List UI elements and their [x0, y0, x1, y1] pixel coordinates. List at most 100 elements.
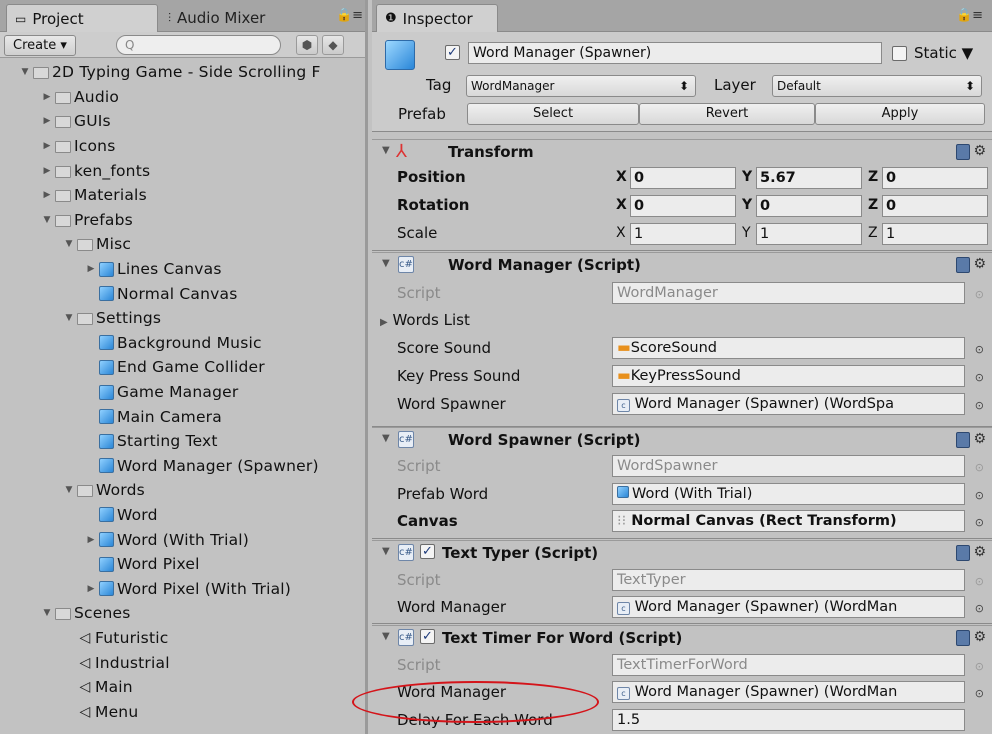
help-book-icon[interactable]: [956, 630, 970, 646]
object-name-field[interactable]: Word Manager (Spawner): [468, 42, 882, 64]
static-checkbox[interactable]: [892, 46, 907, 61]
tree-item[interactable]: ▶ Word Pixel (With Trial): [0, 576, 365, 601]
object-picker-icon[interactable]: ⊙: [975, 371, 984, 384]
tree-item[interactable]: ▼ Scenes: [0, 601, 365, 626]
static-label[interactable]: Static ▼: [914, 44, 973, 62]
lock-icon[interactable]: 🔒≡: [956, 8, 983, 23]
help-book-icon[interactable]: [956, 545, 970, 561]
foldout-open-icon[interactable]: ▼: [63, 485, 75, 495]
prefab-apply-button[interactable]: Apply: [815, 103, 985, 125]
scale-z-field[interactable]: 1: [882, 223, 988, 245]
scale-x-field[interactable]: 1: [630, 223, 736, 245]
words-list-foldout[interactable]: ▶ Words List: [380, 311, 470, 329]
filter-type-icon[interactable]: ⬢: [296, 35, 318, 55]
foldout-arrow-icon[interactable]: ▼: [382, 258, 390, 269]
key-press-sound-field[interactable]: ▬KeyPressSound: [612, 365, 965, 387]
prefab-word-field[interactable]: Word (With Trial): [612, 483, 965, 505]
tree-item[interactable]: Word Pixel: [0, 552, 365, 577]
scale-z-label[interactable]: Z: [868, 225, 878, 241]
tree-item[interactable]: Word: [0, 503, 365, 528]
word-manager-field[interactable]: c Word Manager (Spawner) (WordMan: [612, 596, 965, 618]
gear-icon[interactable]: ⚙: [973, 143, 986, 159]
foldout-open-icon[interactable]: ▼: [41, 608, 53, 618]
tree-item[interactable]: ▼ Words: [0, 478, 365, 503]
rotation-y-field[interactable]: 0: [756, 195, 862, 217]
gear-icon[interactable]: ⚙: [973, 431, 986, 447]
tree-item[interactable]: ▼ Prefabs: [0, 208, 365, 233]
foldout-arrow-icon[interactable]: ▼: [382, 631, 390, 642]
gear-icon[interactable]: ⚙: [973, 544, 986, 560]
help-book-icon[interactable]: [956, 257, 970, 273]
enabled-checkbox[interactable]: ✓: [420, 629, 435, 644]
tree-item[interactable]: End Game Collider: [0, 355, 365, 380]
object-picker-icon[interactable]: ⊙: [975, 399, 984, 412]
scale-y-field[interactable]: 1: [756, 223, 862, 245]
tree-item[interactable]: ▶ Word (With Trial): [0, 527, 365, 552]
tree-item[interactable]: ▶ ken_fonts: [0, 158, 365, 183]
text-typer-header[interactable]: ▼ c# ✓ Text Typer (Script) ⚙: [372, 540, 992, 565]
tree-item[interactable]: Normal Canvas: [0, 281, 365, 306]
foldout-closed-icon[interactable]: ▶: [41, 116, 53, 126]
tree-item[interactable]: ▶ Lines Canvas: [0, 257, 365, 282]
tree-item[interactable]: Starting Text: [0, 429, 365, 454]
tree-item[interactable]: Background Music: [0, 331, 365, 356]
foldout-open-icon[interactable]: ▼: [41, 215, 53, 225]
rotation-y-label[interactable]: Y: [742, 197, 752, 213]
tree-item[interactable]: Word Manager (Spawner): [0, 454, 365, 479]
position-y-label[interactable]: Y: [742, 169, 752, 185]
transform-header[interactable]: ▼ ⅄ Transform ⚙: [372, 139, 992, 164]
foldout-closed-icon[interactable]: ▶: [85, 264, 97, 274]
position-x-label[interactable]: X: [616, 169, 627, 185]
rotation-x-label[interactable]: X: [616, 197, 627, 213]
tree-item[interactable]: ◁ Futuristic: [0, 626, 365, 651]
foldout-closed-icon[interactable]: ▶: [85, 584, 97, 594]
tag-dropdown[interactable]: WordManager ⬍: [466, 75, 696, 97]
tree-item[interactable]: ▶ GUIs: [0, 109, 365, 134]
word-manager-header[interactable]: ▼ c# Word Manager (Script) ⚙: [372, 252, 992, 277]
foldout-closed-icon[interactable]: ▶: [41, 92, 53, 102]
foldout-closed-icon[interactable]: ▶: [85, 535, 97, 545]
word-spawner-field[interactable]: c Word Manager (Spawner) (WordSpa: [612, 393, 965, 415]
enabled-checkbox[interactable]: ✓: [420, 544, 435, 559]
rotation-x-field[interactable]: 0: [630, 195, 736, 217]
text-timer-header[interactable]: ▼ c# ✓ Text Timer For Word (Script) ⚙: [372, 625, 992, 650]
filter-label-icon[interactable]: ◆: [322, 35, 344, 55]
position-y-field[interactable]: 5.67: [756, 167, 862, 189]
foldout-open-icon[interactable]: ▼: [19, 67, 31, 77]
tree-item[interactable]: ◁ Main: [0, 675, 365, 700]
active-checkbox[interactable]: ✓: [445, 45, 460, 60]
help-book-icon[interactable]: [956, 144, 970, 160]
foldout-open-icon[interactable]: ▼: [63, 313, 75, 323]
foldout-open-icon[interactable]: ▼: [63, 239, 75, 249]
search-input[interactable]: Q: [116, 35, 281, 55]
prefab-select-button[interactable]: Select: [467, 103, 639, 125]
gear-icon[interactable]: ⚙: [973, 629, 986, 645]
object-picker-icon[interactable]: ⊙: [975, 687, 984, 700]
object-picker-icon[interactable]: ⊙: [975, 343, 984, 356]
tree-item[interactable]: ◁ Menu: [0, 699, 365, 724]
tree-item[interactable]: Main Camera: [0, 404, 365, 429]
foldout-closed-icon[interactable]: ▶: [41, 190, 53, 200]
word-spawner-header[interactable]: ▼ c# Word Spawner (Script) ⚙: [372, 427, 992, 452]
tree-item[interactable]: ◁ Industrial: [0, 650, 365, 675]
gear-icon[interactable]: ⚙: [973, 256, 986, 272]
foldout-arrow-icon[interactable]: ▼: [382, 433, 390, 444]
tree-item[interactable]: ▼ Settings: [0, 306, 365, 331]
foldout-arrow-icon[interactable]: ▼: [382, 546, 390, 557]
foldout-closed-icon[interactable]: ▶: [41, 166, 53, 176]
rotation-z-field[interactable]: 0: [882, 195, 988, 217]
create-button[interactable]: Create ▾: [4, 35, 76, 56]
position-x-field[interactable]: 0: [630, 167, 736, 189]
object-picker-icon[interactable]: ⊙: [975, 516, 984, 529]
tree-item[interactable]: ▶ Audio: [0, 85, 365, 110]
object-picker-icon[interactable]: ⊙: [975, 489, 984, 502]
help-book-icon[interactable]: [956, 432, 970, 448]
tab-project[interactable]: ▭ Project: [6, 4, 158, 32]
foldout-closed-icon[interactable]: ▶: [41, 141, 53, 151]
tree-item[interactable]: ▼ 2D Typing Game - Side Scrolling F: [0, 60, 365, 85]
delay-for-each-word-field[interactable]: 1.5: [612, 709, 965, 731]
foldout-arrow-icon[interactable]: ▼: [382, 145, 390, 156]
prefab-revert-button[interactable]: Revert: [639, 103, 815, 125]
tree-item[interactable]: ▶ Materials: [0, 183, 365, 208]
tab-inspector[interactable]: ❶ Inspector: [376, 4, 498, 32]
